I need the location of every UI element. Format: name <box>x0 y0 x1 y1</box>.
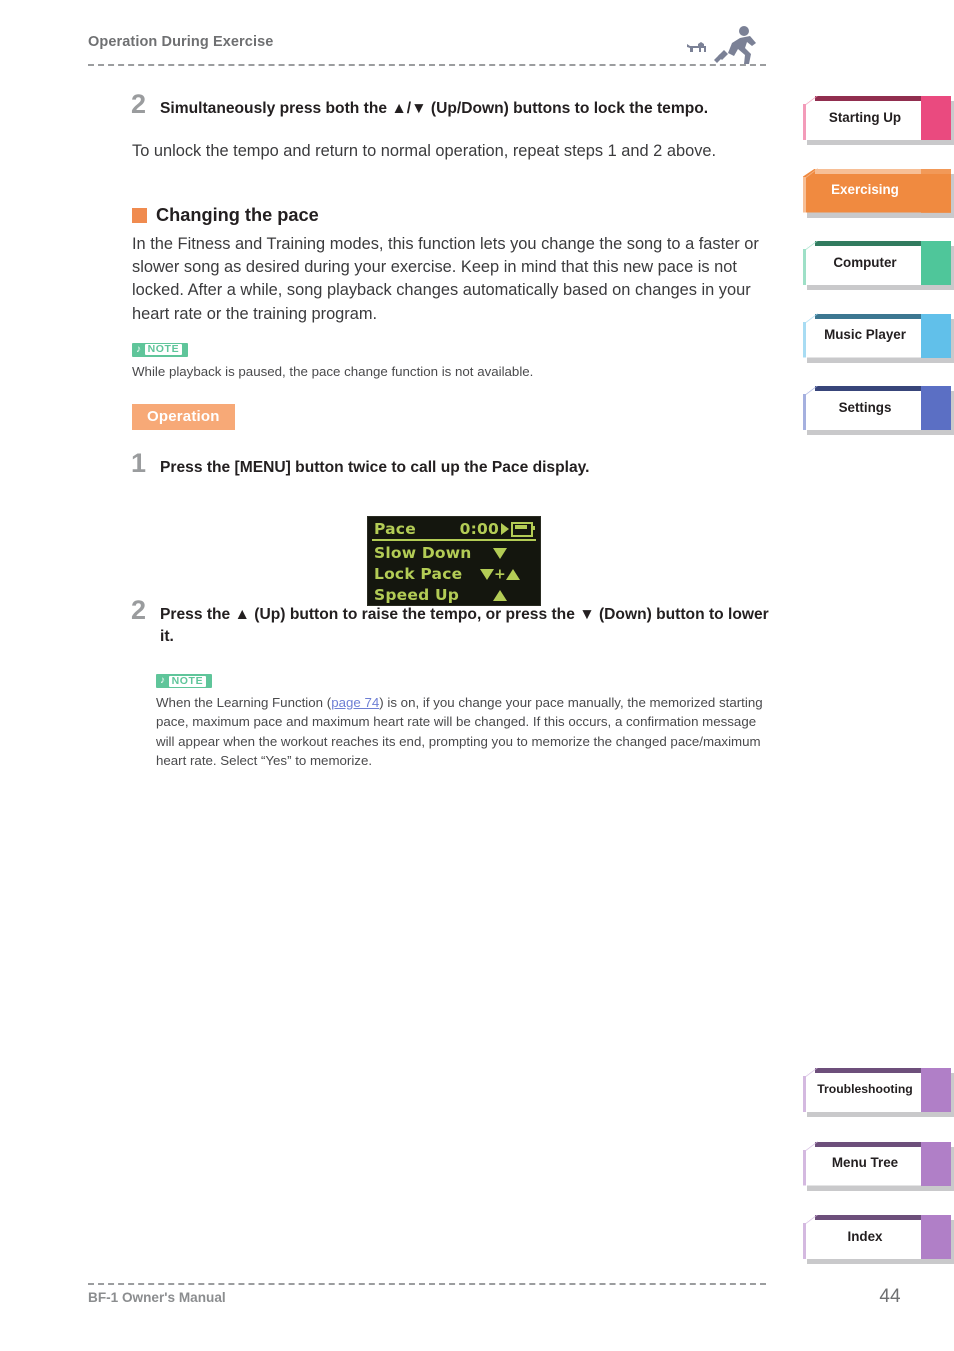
sidebar-tab-troubleshooting[interactable]: Troubleshooting <box>803 1068 954 1117</box>
operation-badge: Operation <box>132 404 235 431</box>
tab-label: Troubleshooting <box>817 1082 913 1097</box>
footer-divider <box>88 1283 766 1285</box>
tab-left-edge <box>803 1076 806 1112</box>
lcd-row: Speed Up <box>368 585 540 606</box>
up-triangle-icon <box>505 569 520 580</box>
main-content: 2 Simultaneously press both the ▲/▼ (Up/… <box>131 88 776 770</box>
step-item: 2 Simultaneously press both the ▲/▼ (Up/… <box>131 91 776 119</box>
tab-color-block <box>921 1215 951 1259</box>
lcd-row-symbol: + <box>466 565 534 583</box>
sidebar-tab-index[interactable]: Index <box>803 1215 954 1264</box>
down-triangle-icon <box>480 569 495 580</box>
header-divider <box>88 64 766 66</box>
lcd-separator <box>372 538 536 541</box>
lcd-time-value: 0:00 <box>459 520 499 538</box>
sidebar-tab-starting-up[interactable]: Starting Up <box>803 96 954 145</box>
note-text-part1: When the Learning Function ( <box>156 695 332 711</box>
tab-color-block <box>921 1141 951 1186</box>
lcd-row-label: Slow Down <box>374 544 472 562</box>
step-item: 2 Press the ▲ (Up) button to raise the t… <box>131 597 776 647</box>
page-title: Operation During Exercise <box>88 34 274 50</box>
section-heading-label: Changing the pace <box>156 204 319 225</box>
step-text: Press the [MENU] button twice to call up… <box>160 459 590 477</box>
lcd-row-label: Lock Pace <box>374 565 463 583</box>
footer-manual-name: BF-1 Owner's Manual <box>88 1290 226 1305</box>
tab-left-edge <box>803 1149 806 1186</box>
lcd-row-label: Pace <box>374 520 416 538</box>
section-heading-changing-the-pace: Changing the pace <box>131 205 776 226</box>
up-triangle-icon <box>493 590 507 601</box>
tab-left-edge <box>803 1223 806 1259</box>
tab-color-block <box>921 96 951 140</box>
step-text: Simultaneously press both the ▲/▼ (Up/Do… <box>160 100 709 117</box>
lcd-row-symbol <box>466 586 534 604</box>
tab-label: Computer <box>833 254 897 270</box>
step-number: 1 <box>131 448 147 479</box>
step-text: Press the ▲ (Up) button to raise the tem… <box>160 606 769 645</box>
play-icon <box>501 523 509 535</box>
footer-page-number: 44 <box>879 1286 901 1307</box>
note-block-2: ♪ NOTE When the Learning Function (page 7… <box>131 670 774 770</box>
lcd-row: Lock Pace + <box>368 564 540 585</box>
note-text: When the Learning Function (page 74) is … <box>156 693 774 770</box>
tab-left-edge <box>803 249 806 285</box>
tab-color-block <box>921 386 951 430</box>
dog-icon <box>687 42 706 52</box>
note-badge: ♪ NOTE <box>132 342 189 357</box>
tab-color-block <box>921 168 951 213</box>
battery-icon <box>511 521 535 537</box>
tab-left-edge <box>803 104 806 140</box>
lcd-display-figure: Pace 0:00 Slow Down Lock Pace + Speed Up <box>367 516 541 606</box>
sidebar-tab-music-player[interactable]: Music Player <box>803 313 954 363</box>
header-icons <box>684 24 766 68</box>
note-badge-label: NOTE <box>144 344 183 356</box>
lcd-row-right: 0:00 <box>459 520 535 538</box>
tab-label: Index <box>847 1228 883 1244</box>
step-number: 2 <box>131 89 147 119</box>
tab-left-edge <box>803 394 806 430</box>
lcd-row-label: Speed Up <box>374 586 460 604</box>
runner-icon <box>714 26 756 64</box>
step-number: 2 <box>131 595 147 626</box>
tab-label: Exercising <box>831 182 899 198</box>
tab-color-block <box>921 241 951 285</box>
lcd-row: Slow Down <box>368 543 540 564</box>
tab-label: Menu Tree <box>831 1155 899 1171</box>
sidebar-tab-settings[interactable]: Settings <box>803 386 954 435</box>
tab-color-block <box>921 1068 951 1112</box>
note-block-1: ♪ NOTE While playback is paused, the pace… <box>131 339 776 381</box>
tab-label: Music Player <box>824 327 906 343</box>
sidebar-tab-menu-tree[interactable]: Menu Tree <box>803 1141 954 1191</box>
note-badge: ♪ NOTE <box>156 674 213 689</box>
square-bullet-icon <box>132 207 147 223</box>
sidebar-tab-exercising[interactable]: Exercising <box>803 168 954 218</box>
page-reference-link[interactable]: page 74 <box>331 695 379 710</box>
sidebar-tab-computer[interactable]: Computer <box>803 241 954 290</box>
note-badge-label: NOTE <box>168 675 207 687</box>
section-body-text: In the Fitness and Training modes, this … <box>132 234 759 323</box>
tab-color-block <box>921 313 951 358</box>
tab-left-edge <box>803 176 806 213</box>
note-text: While playback is paused, the pace chang… <box>132 363 534 379</box>
music-note-icon: ♪ <box>160 675 166 687</box>
lcd-row-symbol <box>466 544 534 562</box>
operation-badge-wrap: Operation <box>131 404 776 431</box>
step-item: 1 Press the [MENU] button twice to call … <box>131 450 776 478</box>
tab-label: Settings <box>838 399 892 415</box>
music-note-icon: ♪ <box>136 343 142 355</box>
paragraph-unlock: To unlock the tempo and return to normal… <box>132 142 717 161</box>
exercise-icons-svg <box>687 26 756 64</box>
lcd-screen: Pace 0:00 Slow Down Lock Pace + Speed Up <box>367 516 541 606</box>
tab-label: Starting Up <box>828 109 902 125</box>
tab-left-edge <box>803 321 806 358</box>
down-triangle-icon <box>493 548 507 559</box>
lcd-row: Pace 0:00 <box>368 519 540 540</box>
